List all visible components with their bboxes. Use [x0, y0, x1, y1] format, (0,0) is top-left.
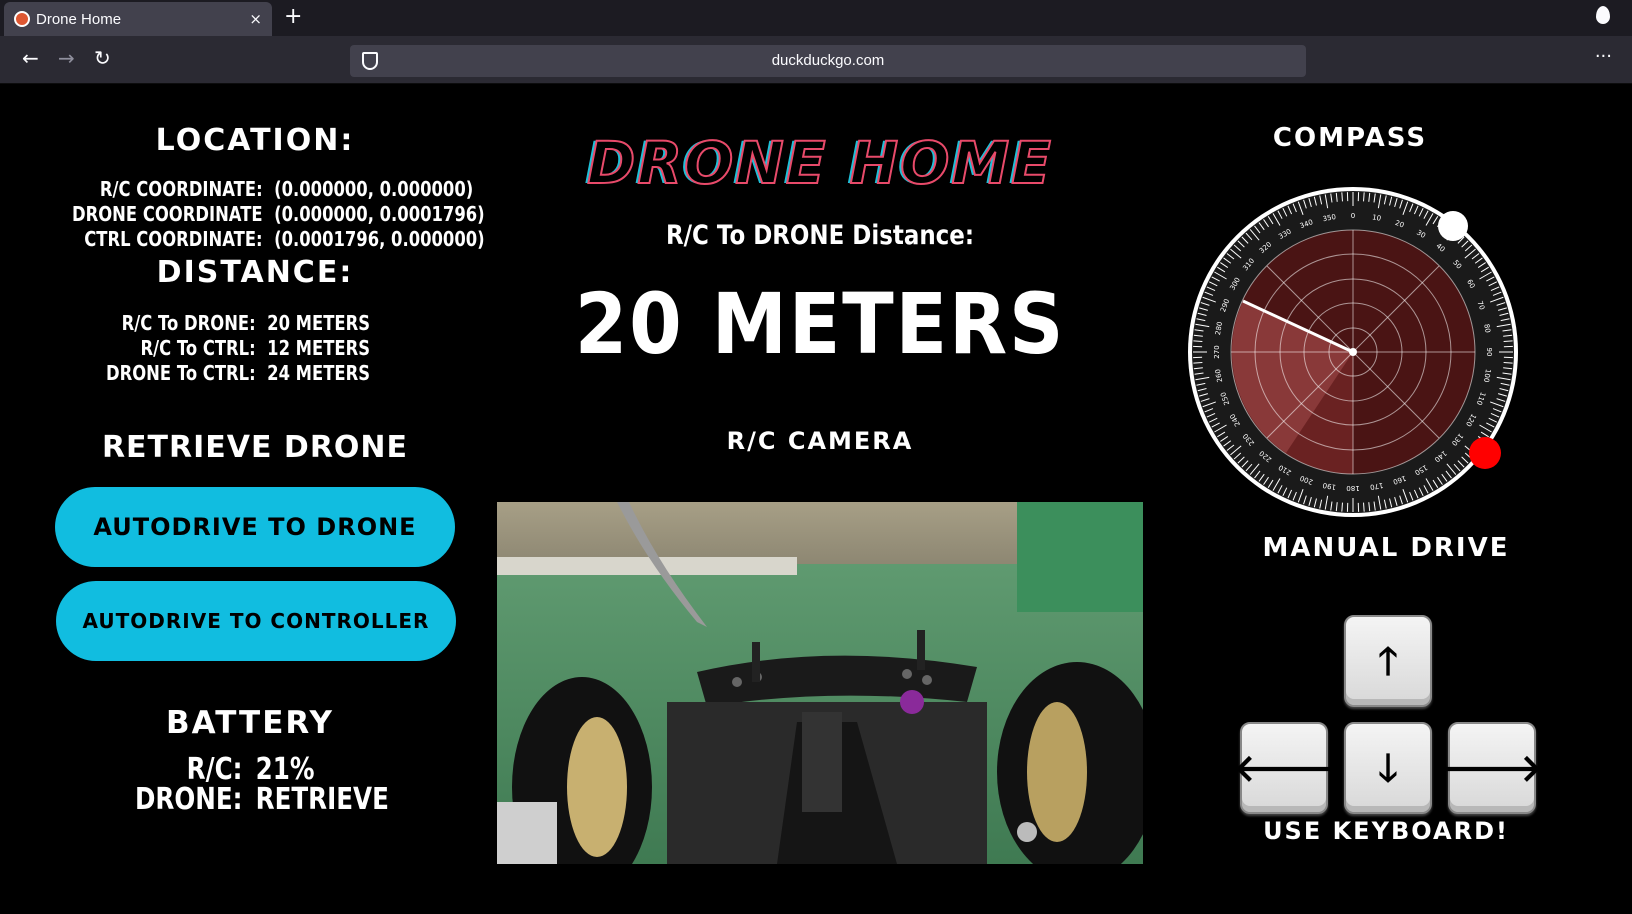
- location-value: (0.000000, 0.0001796): [274, 202, 485, 226]
- left-arrow-key[interactable]: 🡐: [1233, 722, 1335, 814]
- page-content: LOCATION: R/C COORDINATE: (0.000000, 0.0…: [0, 85, 1632, 914]
- arrow-down-icon: 🡓: [1378, 746, 1398, 790]
- fire-icon[interactable]: [1596, 6, 1610, 24]
- compass-degree-label: 90: [1485, 348, 1493, 357]
- drone-home-title: DRONE HOME: [586, 128, 1053, 198]
- battery-heading: BATTERY: [165, 705, 335, 741]
- url-text[interactable]: duckduckgo.com: [350, 52, 1306, 69]
- distance-heading: DISTANCE:: [156, 255, 354, 290]
- distance-label: R/C To CTRL:: [140, 336, 256, 360]
- url-bar[interactable]: duckduckgo.com: [350, 45, 1306, 77]
- arrow-up-icon: 🡑: [1378, 639, 1398, 683]
- radar-center: [1349, 348, 1357, 356]
- compass-tick: [1193, 340, 1203, 342]
- rc-to-drone-distance-value: 20 METERS: [574, 275, 1066, 373]
- arrow-left-icon: 🡐: [1233, 746, 1335, 790]
- compass-tick: [1363, 192, 1365, 202]
- distance-list: R/C To DRONE: 20 METERS R/C To CTRL: 12 …: [106, 311, 370, 386]
- compass-degree-label: 0: [1351, 212, 1355, 220]
- autodrive-to-drone-button[interactable]: AUTODRIVE TO DRONE: [55, 487, 455, 567]
- manual-drive-heading: MANUAL DRIVE: [1262, 533, 1510, 563]
- right-arrow-key[interactable]: 🡒: [1441, 722, 1543, 814]
- arrow-right-icon: 🡒: [1441, 746, 1543, 790]
- compass-radar: 0 102030405060708090100110120130140150160…: [1188, 187, 1518, 517]
- location-label: R/C COORDINATE:: [99, 177, 263, 201]
- compass-tick: [1193, 362, 1203, 364]
- battery-label: R/C:: [186, 752, 243, 787]
- browser-tab[interactable]: Drone Home ×: [4, 2, 272, 36]
- use-keyboard-hint: USE KEYBOARD!: [1263, 817, 1509, 845]
- location-label: DRONE COORDINATE: [72, 202, 263, 226]
- browser-nav-bar: ← → ↻ duckduckgo.com ···: [0, 36, 1632, 84]
- duckduckgo-favicon-icon: [14, 11, 30, 27]
- forward-button[interactable]: →: [58, 48, 75, 68]
- location-value: (0.000000, 0.000000): [274, 177, 474, 201]
- down-arrow-key[interactable]: 🡓: [1344, 722, 1432, 814]
- battery-list: R/C: 21% DRONE: RETRIEVE: [135, 755, 389, 815]
- retrieve-drone-heading: RETRIEVE DRONE: [101, 430, 409, 465]
- new-tab-button[interactable]: +: [284, 4, 302, 29]
- reload-button[interactable]: ↻: [94, 48, 111, 68]
- menu-dots-icon[interactable]: ···: [1595, 46, 1612, 67]
- browser-tab-bar: Drone Home × +: [0, 0, 1632, 36]
- tab-title: Drone Home: [36, 10, 122, 28]
- location-list: R/C COORDINATE: (0.000000, 0.000000) DRO…: [72, 177, 485, 252]
- compass-heading: COMPASS: [1272, 123, 1428, 153]
- back-button[interactable]: ←: [22, 48, 39, 68]
- rc-marker: [1438, 211, 1468, 241]
- drone-marker: [1469, 437, 1501, 469]
- battery-value: RETRIEVE: [255, 782, 389, 817]
- compass-tick: [1341, 192, 1343, 202]
- distance-value: 24 METERS: [267, 361, 371, 385]
- up-arrow-key[interactable]: 🡑: [1344, 615, 1432, 707]
- location-label: CTRL COORDINATE:: [84, 227, 263, 251]
- rc-camera-feed: [497, 502, 1143, 864]
- distance-value: 12 METERS: [267, 336, 371, 360]
- battery-value: 21%: [255, 752, 315, 787]
- location-heading: LOCATION:: [155, 123, 355, 158]
- rc-camera-heading: R/C CAMERA: [726, 427, 914, 455]
- distance-label: R/C To DRONE:: [121, 311, 256, 335]
- autodrive-to-controller-button[interactable]: AUTODRIVE TO CONTROLLER: [56, 581, 456, 661]
- tab-close-icon[interactable]: ×: [249, 10, 262, 28]
- compass-tick: [1341, 502, 1343, 512]
- rc-camera-image: [497, 502, 1143, 864]
- compass-tick: [1503, 340, 1513, 342]
- battery-label: DRONE:: [135, 782, 243, 817]
- location-value: (0.0001796, 0.000000): [274, 227, 485, 251]
- compass-degree-label: 10: [1372, 213, 1382, 222]
- distance-label: DRONE To CTRL:: [106, 361, 256, 385]
- compass-degree-label: 80: [1482, 323, 1491, 333]
- compass-degree-label: 270: [1213, 345, 1221, 358]
- compass-tick: [1503, 362, 1513, 364]
- compass-degree-label: 180: [1346, 484, 1359, 492]
- rc-to-drone-distance-label: R/C To DRONE Distance:: [665, 220, 975, 251]
- distance-value: 20 METERS: [267, 311, 371, 335]
- compass-tick: [1363, 502, 1365, 512]
